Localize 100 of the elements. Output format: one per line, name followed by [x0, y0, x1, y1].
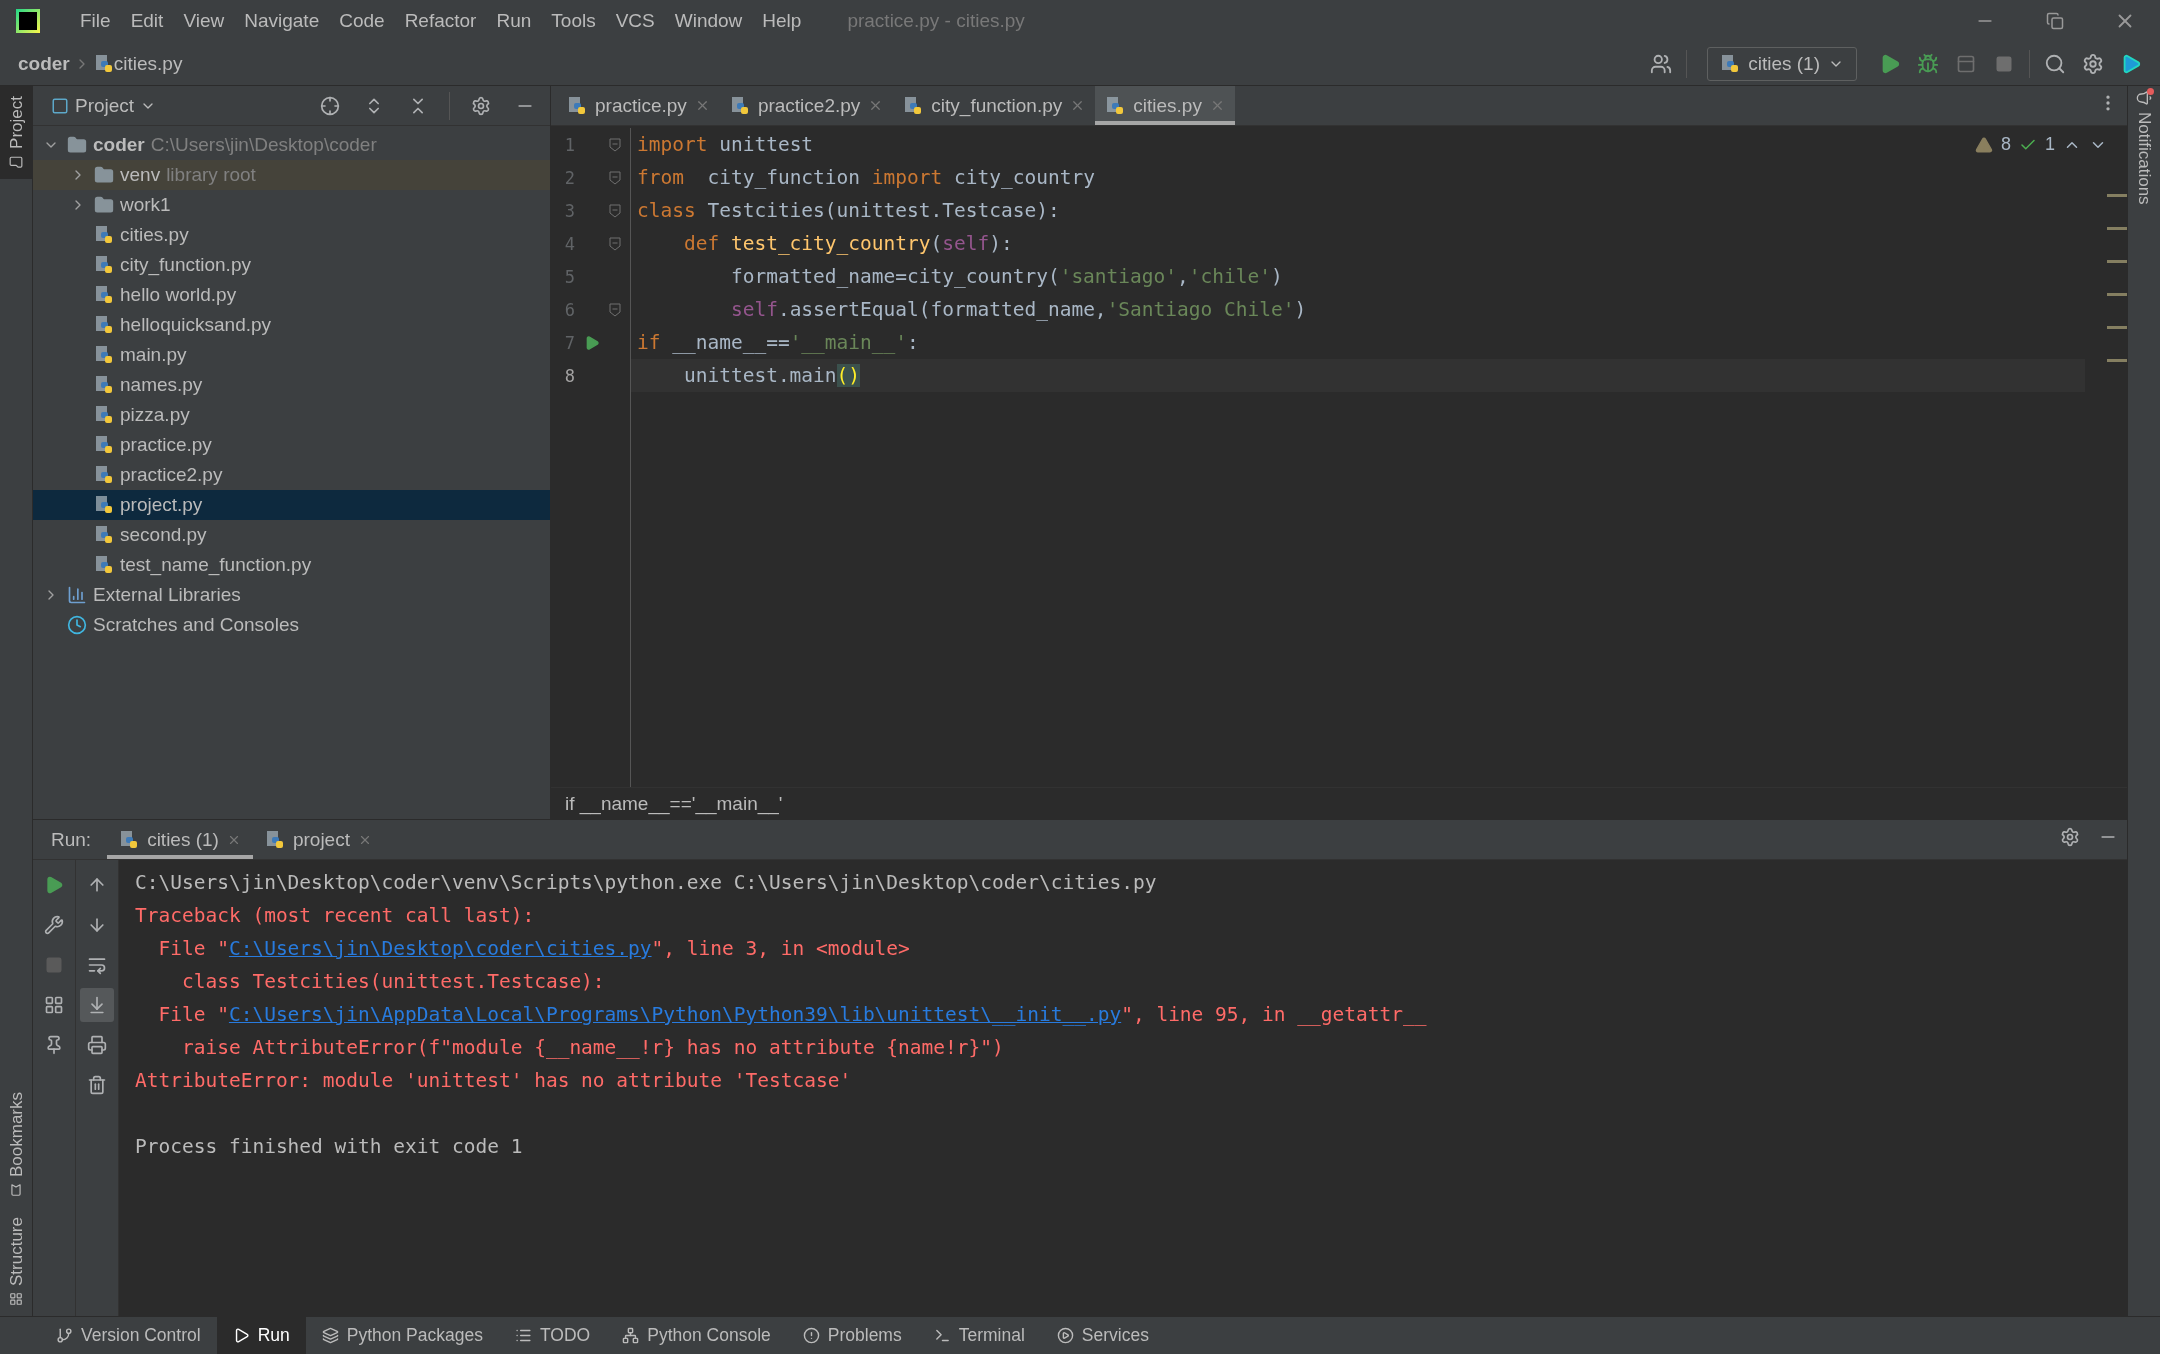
- menu-item[interactable]: Run: [486, 10, 542, 32]
- python-file-icon: [94, 225, 114, 245]
- console-line: File "C:\Users\jin\AppData\Local\Programs\Python\Python39\lib\unittest\__init__.py", line 95, in __getattr__: [157, 1002, 1428, 1028]
- tree-item[interactable]: coder C:\Users\jin\Desktop\coder: [33, 130, 550, 160]
- pin-icon[interactable]: [44, 1035, 64, 1055]
- tree-item-label: practice.py: [120, 434, 212, 456]
- locate-icon[interactable]: [320, 95, 340, 116]
- panel-title[interactable]: Project: [75, 94, 135, 117]
- tool-window-button[interactable]: Problems: [786, 1317, 918, 1354]
- warning-count[interactable]: 8: [2000, 134, 2011, 155]
- weak-warning-count[interactable]: 1: [2045, 134, 2055, 155]
- scroll-to-end-icon[interactable]: [87, 995, 107, 1015]
- tree-item[interactable]: practice2.py: [33, 460, 550, 490]
- tool-window-button[interactable]: Terminal: [917, 1317, 1041, 1354]
- tree-item-label: venv: [120, 164, 161, 186]
- python-file-icon: [94, 405, 114, 425]
- print-icon[interactable]: [87, 1035, 107, 1055]
- tree-item[interactable]: Scratches and Consoles: [33, 610, 550, 640]
- line-number: 6: [563, 299, 575, 320]
- notifications-tool-tab[interactable]: Notifications: [2129, 86, 2159, 209]
- tool-window-button[interactable]: Python Packages: [305, 1317, 499, 1354]
- menu-item[interactable]: Refactor: [394, 10, 487, 32]
- code-line: self.assertEqual(formatted_name,'Santiago Chile'): [729, 298, 1307, 321]
- tree-item[interactable]: venv library root: [33, 160, 550, 190]
- debug-icon[interactable]: [1917, 52, 1939, 75]
- python-file-icon: [567, 95, 587, 116]
- tree-item[interactable]: cities.py: [33, 220, 550, 250]
- tool-window-button[interactable]: Run: [216, 1317, 306, 1354]
- line-number: 3: [563, 200, 575, 221]
- file-link[interactable]: C:\Users\jin\Desktop\coder\cities.py: [228, 937, 652, 960]
- fold-marker-icon[interactable]: [609, 236, 621, 251]
- tool-window-button[interactable]: Version Control: [40, 1317, 217, 1354]
- menu-item[interactable]: Help: [752, 10, 812, 32]
- tree-item[interactable]: External Libraries: [33, 580, 550, 610]
- menu-item[interactable]: Edit: [120, 10, 174, 32]
- problems-icon: [802, 1327, 820, 1344]
- tree-item[interactable]: test_name_function.py: [33, 550, 550, 580]
- file-link[interactable]: C:\Users\jin\AppData\Local\Programs\Python\Python39\lib\unittest\__init__.py: [228, 1003, 1122, 1026]
- code-breadcrumb[interactable]: if __name__=='__main__': [565, 792, 783, 815]
- restore-icon[interactable]: [2046, 12, 2064, 30]
- fold-marker-icon[interactable]: [609, 203, 621, 218]
- tool-window-button[interactable]: Python Console: [606, 1317, 787, 1354]
- app-logo: [16, 9, 40, 33]
- settings-icon[interactable]: [471, 95, 491, 116]
- tree-item[interactable]: main.py: [33, 340, 550, 370]
- tool-window-tab[interactable]: Bookmarks: [0, 1082, 33, 1207]
- tool-window-tab[interactable]: Structure: [0, 1207, 33, 1316]
- menu-item[interactable]: Code: [329, 10, 395, 32]
- soft-wrap-icon[interactable]: [87, 955, 107, 975]
- fold-marker-icon[interactable]: [609, 302, 621, 317]
- code-line: formatted_name=city_country('santiago','chile'): [729, 265, 1283, 288]
- fold-marker-icon[interactable]: [609, 137, 621, 152]
- fold-marker-icon[interactable]: [609, 170, 621, 185]
- tree-item[interactable]: project.py: [33, 490, 550, 520]
- search-icon[interactable]: [2044, 52, 2066, 75]
- tree-item-label: names.py: [120, 374, 203, 396]
- trash-icon[interactable]: [87, 1075, 107, 1095]
- wrench-icon[interactable]: [44, 915, 64, 935]
- editor-tab[interactable]: practice.py: [557, 86, 720, 125]
- tree-item[interactable]: city_function.py: [33, 250, 550, 280]
- editor-tab[interactable]: city_function.py: [893, 86, 1096, 125]
- editor-tab[interactable]: practice2.py: [719, 86, 894, 125]
- settings-icon[interactable]: [2060, 827, 2080, 847]
- run-configuration-dropdown[interactable]: cities (1): [1707, 46, 1857, 81]
- menu-item[interactable]: File: [70, 10, 121, 32]
- branch-icon: [56, 1327, 73, 1344]
- tree-item[interactable]: names.py: [33, 370, 550, 400]
- breadcrumb-item[interactable]: cities.py: [113, 52, 183, 75]
- menu-item[interactable]: View: [173, 10, 235, 32]
- layout-icon[interactable]: [44, 995, 64, 1015]
- library-icon: [67, 585, 87, 605]
- menu-item[interactable]: Tools: [541, 10, 606, 32]
- menu-item[interactable]: VCS: [605, 10, 665, 32]
- code-line: from city_function import city_country: [637, 166, 1095, 189]
- tree-item[interactable]: hello world.py: [33, 280, 550, 310]
- tree-item[interactable]: helloquicksand.py: [33, 310, 550, 340]
- stop-icon[interactable]: [1995, 54, 2013, 73]
- tree-item-label: helloquicksand.py: [120, 314, 272, 336]
- project-tool-tab[interactable]: Project: [0, 86, 33, 179]
- services-icon: [1056, 1327, 1074, 1344]
- settings-icon[interactable]: [2082, 52, 2104, 75]
- line-number: 8: [563, 365, 575, 386]
- tool-window-button[interactable]: TODO: [498, 1317, 607, 1354]
- rerun-icon[interactable]: [44, 875, 64, 895]
- run-gutter-icon[interactable]: [584, 334, 600, 351]
- python-file-icon: [94, 525, 114, 545]
- menu-item[interactable]: Window: [664, 10, 753, 32]
- breadcrumb-item[interactable]: coder: [18, 52, 70, 75]
- users-icon[interactable]: [1650, 52, 1673, 75]
- tree-item[interactable]: work1: [33, 190, 550, 220]
- python-file-icon: [94, 375, 114, 395]
- menu-item[interactable]: Navigate: [234, 10, 330, 32]
- run-tab[interactable]: project: [252, 820, 384, 859]
- run-tab[interactable]: cities (1): [107, 820, 253, 859]
- tool-window-button[interactable]: Services: [1040, 1317, 1165, 1354]
- tree-item[interactable]: practice.py: [33, 430, 550, 460]
- panel-icon: [51, 96, 69, 115]
- tree-item[interactable]: pizza.py: [33, 400, 550, 430]
- tree-item[interactable]: second.py: [33, 520, 550, 550]
- editor-tab[interactable]: cities.py: [1095, 86, 1235, 125]
